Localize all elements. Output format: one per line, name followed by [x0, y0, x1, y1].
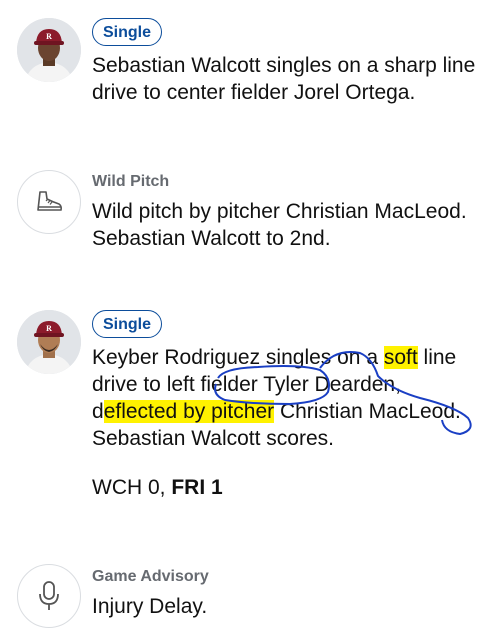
play-icon — [17, 170, 81, 234]
play-type-badge[interactable]: Single — [92, 18, 163, 46]
highlighted-text: eflected by pitcher — [103, 400, 275, 423]
play-description: Injury Delay. — [92, 595, 208, 618]
shoe-icon — [37, 191, 63, 211]
home-score: FRI 1 — [171, 476, 223, 499]
desc-text: Keyber Rodriguez singles on a — [92, 346, 384, 369]
svg-text:R: R — [46, 32, 52, 41]
play-type-badge[interactable]: Single — [92, 310, 163, 338]
player-headshot: R — [17, 310, 81, 374]
play-description: Wild pitch by pitcher Christian MacLeod.… — [92, 200, 467, 250]
play-type-label: Wild Pitch — [92, 173, 170, 190]
microphone-icon — [39, 581, 59, 610]
play-icon — [17, 564, 81, 628]
highlighted-text: soft — [383, 346, 418, 369]
player-headshot: R — [17, 18, 81, 82]
away-score: WCH 0, — [92, 476, 166, 499]
play-type-label: Game Advisory — [92, 568, 209, 585]
play-description: Sebastian Walcott singles on a sharp lin… — [92, 54, 476, 104]
play-description: Keyber Rodriguez singles on a soft line … — [92, 344, 478, 452]
svg-text:R: R — [46, 324, 52, 333]
score-line: WCH 0, FRI 1 — [92, 474, 478, 501]
circled-text: left fielder — [166, 373, 258, 396]
